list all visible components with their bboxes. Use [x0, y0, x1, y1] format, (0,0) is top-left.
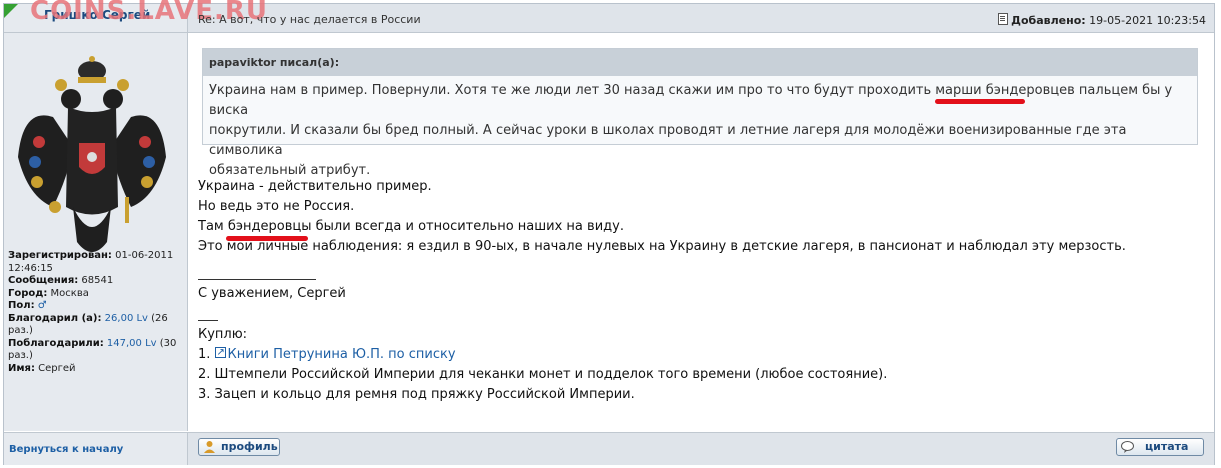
thanked-row: Благодарил (а): 26,00 Lv (26 раз.): [8, 312, 168, 337]
document-icon: [998, 13, 1009, 25]
buy-label: Куплю:: [198, 327, 248, 342]
city-row: Город: Москва: [8, 287, 89, 299]
external-link-icon: [214, 343, 226, 363]
buy-item-2: 2. Штемпели Российской Империи для чекан…: [198, 367, 888, 382]
quote-highlight-word: бэндеровцев: [985, 83, 1075, 98]
books-link[interactable]: Книги Петрунина Ю.П. по списку: [214, 343, 456, 363]
post-footer-left: Вернуться к началу: [4, 433, 188, 465]
got-thanks-row: Поблагодарили: 147,00 Lv (30 раз.): [8, 337, 177, 362]
post-date: Добавлено: 19-05-2021 10:23:54: [998, 13, 1206, 27]
post-header: Гришко Сергей COINS.LAVE.RU Re: А вот, ч…: [4, 0, 1214, 33]
signature-regards: С уважением, Сергей: [198, 286, 346, 301]
name-row: Имя: Сергей: [8, 362, 76, 374]
added-label: Добавлено:: [1011, 14, 1086, 27]
profile-icon: [204, 441, 215, 453]
signature-divider-short: [198, 320, 218, 321]
messages-row: Сообщения: 68541: [8, 275, 114, 286]
buy-item-3: 3. Зацеп и кольцо для ремня под пряжку Р…: [198, 387, 635, 402]
male-icon: ♂: [37, 300, 47, 311]
post-subject: Re: А вот, что у нас делается в России: [198, 13, 421, 26]
got-thanks-link[interactable]: 147,00 Lv: [107, 338, 157, 349]
post-highlight-word: бэндеровцы: [227, 219, 312, 234]
post-header-author-cell: Гришко Сергей COINS.LAVE.RU: [4, 0, 267, 32]
buy-item-1: 1. Книги Петрунина Ю.П. по списку: [198, 343, 1198, 365]
user-details: Зарегистрирован: 01-06-2011 12:46:15 Соо…: [8, 250, 186, 375]
gender-row: Пол: ♂: [8, 300, 47, 311]
eagle-emblem-icon: [18, 56, 166, 252]
user-info-column: Зарегистрирован: 01-06-2011 12:46:15 Соо…: [4, 33, 188, 431]
new-post-corner-icon: [4, 4, 18, 18]
avatar: [18, 56, 166, 252]
post-body: papaviktor писал(а): Украина нам в приме…: [188, 33, 1214, 431]
signature-divider: [198, 279, 316, 280]
post-footer: Вернуться к началу профиль цитата: [4, 432, 1214, 465]
back-to-top-link[interactable]: Вернуться к началу: [9, 444, 123, 455]
added-value: 19-05-2021 10:23:54: [1089, 14, 1206, 27]
registered-row: Зарегистрирован: 01-06-2011 12:46:15: [8, 250, 174, 274]
quote-header: papaviktor писал(а):: [203, 49, 1197, 76]
quote-button[interactable]: цитата: [1116, 438, 1204, 456]
thanked-link[interactable]: 26,00 Lv: [105, 313, 148, 324]
quote-icon: [1121, 441, 1134, 453]
quote-red-underline: [935, 99, 1025, 104]
post-red-underline: [226, 236, 308, 241]
profile-button[interactable]: профиль: [198, 438, 280, 456]
quote-text: Украина нам в пример. Повернули. Хотя те…: [209, 83, 1173, 178]
post-text: Украина - действительно пример. Но ведь …: [198, 177, 1198, 405]
quote-block: papaviktor писал(а): Украина нам в приме…: [202, 48, 1198, 178]
